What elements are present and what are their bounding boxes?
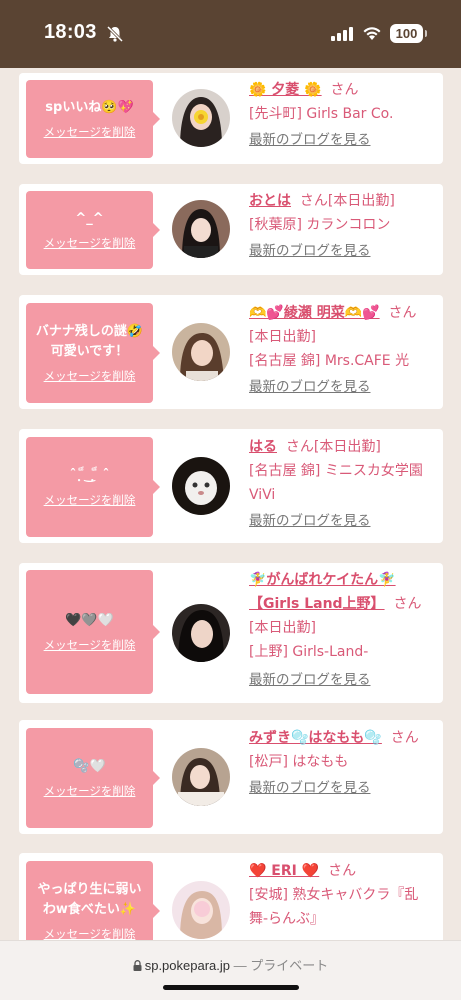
- url-domain: sp.pokepara.jp: [144, 958, 230, 973]
- latest-blog-link[interactable]: 最新のブログを見る: [249, 379, 371, 395]
- latest-blog-link[interactable]: 最新のブログを見る: [249, 780, 371, 796]
- work-status: [本日出勤]: [249, 620, 316, 636]
- message-card: やっぱり生に弱い わw食べたい✨ メッセージを削除 ❤️ ERI ❤️ さん […: [19, 853, 443, 940]
- bell-slash-icon: [106, 25, 124, 43]
- cast-avatar[interactable]: [172, 323, 230, 381]
- home-indicator[interactable]: [163, 985, 299, 990]
- latest-blog-link[interactable]: 最新のブログを見る: [249, 243, 371, 259]
- url-separator: —: [233, 958, 247, 973]
- message-bubble: やっぱり生に弱い わw食べたい✨ メッセージを削除: [26, 861, 160, 940]
- cast-info: 🧚‍♀️がんばれケイたん🧚‍♀️【Girls Land上野】 さん [本日出勤]…: [249, 568, 435, 692]
- message-card: 🖤🩶🤍 メッセージを削除 🧚‍♀️がんばれケイたん🧚‍♀️【Girls Land…: [19, 563, 443, 703]
- cast-avatar[interactable]: [172, 200, 230, 258]
- san-label: さん: [285, 439, 314, 455]
- san-label: さん: [390, 730, 419, 746]
- message-bubble: ˆ ฺ ็ ͜ ฺ ็ ˆ メッセージを削除: [26, 437, 160, 537]
- message-feed[interactable]: spいいね🥺💖 メッセージを削除 🌼 夕菱 🌼 さん [先斗町] Girls B…: [0, 68, 461, 940]
- status-bar: 18:03 100: [0, 0, 461, 68]
- message-bubble: ^_^ メッセージを削除: [26, 191, 160, 269]
- message-text: やっぱり生に弱い わw食べたい✨: [37, 882, 142, 917]
- private-mode-label: プライベート: [250, 958, 329, 973]
- message-text: 🖤🩶🤍: [65, 613, 114, 628]
- delete-message-link[interactable]: メッセージを削除: [44, 492, 136, 508]
- san-label: さん: [393, 596, 422, 612]
- wifi-icon: [363, 27, 381, 40]
- san-label: さん: [328, 863, 357, 879]
- status-time: 18:03: [44, 21, 97, 43]
- cast-info: おとは さん[本日出勤] [秋葉原] カランコロン 最新のブログを見る: [249, 189, 435, 263]
- message-text: 🫧🤍: [73, 759, 106, 774]
- message-text: ^_^: [75, 211, 104, 226]
- delete-message-link[interactable]: メッセージを削除: [44, 368, 136, 384]
- message-bubble: バナナ残しの謎🤣 可愛いです！ メッセージを削除: [26, 303, 160, 403]
- cast-name-link[interactable]: おとは: [249, 193, 291, 209]
- san-label: さん: [299, 193, 328, 209]
- latest-blog-link[interactable]: 最新のブログを見る: [249, 672, 371, 688]
- shop-info: [名古屋 錦] ミニスカ女学園: [249, 463, 423, 479]
- cast-info: 🌼 夕菱 🌼 さん [先斗町] Girls Bar Co. 最新のブログを見る: [249, 78, 435, 152]
- message-card: ˆ ฺ ็ ͜ ฺ ็ ˆ メッセージを削除 はる さん[本日出勤] [名古屋 …: [19, 429, 443, 543]
- delete-message-link[interactable]: メッセージを削除: [44, 783, 136, 799]
- cast-name-link[interactable]: はる: [249, 439, 277, 455]
- message-bubble: 🫧🤍 メッセージを削除: [26, 728, 160, 828]
- shop-info: [秋葉原] カランコロン: [249, 217, 391, 233]
- battery-indicator: 100: [390, 24, 423, 43]
- message-bubble: spいいね🥺💖 メッセージを削除: [26, 80, 160, 158]
- cast-name-link[interactable]: 🫶💕綾瀬 明菜🫶💕: [249, 305, 380, 321]
- message-bubble: 🖤🩶🤍 メッセージを削除: [26, 570, 160, 694]
- shop-info: [名古屋 錦] Mrs.CAFE 光: [249, 353, 410, 369]
- lock-icon: [133, 960, 142, 971]
- delete-message-link[interactable]: メッセージを削除: [44, 637, 136, 653]
- cast-avatar[interactable]: [172, 881, 230, 939]
- shop-info: [安城] 熟女キャバクラ『乱: [249, 887, 419, 903]
- shop-info-cont: ViVi: [249, 487, 276, 503]
- san-label: さん: [330, 82, 359, 98]
- cast-info: みずき🫧はなもも🫧 さん [松戸] はなもも 最新のブログを見る: [249, 726, 435, 800]
- work-status: [本日出勤]: [313, 439, 381, 455]
- shop-info: [先斗町] Girls Bar Co.: [249, 106, 394, 122]
- message-text: spいいね🥺💖: [45, 100, 134, 115]
- message-card: spいいね🥺💖 メッセージを削除 🌼 夕菱 🌼 さん [先斗町] Girls B…: [19, 73, 443, 164]
- battery-tip: [425, 30, 427, 37]
- cast-name-link[interactable]: みずき🫧はなもも🫧: [249, 730, 382, 746]
- work-status: [本日出勤]: [249, 329, 316, 345]
- shop-info: [上野] Girls-Land-: [249, 644, 369, 660]
- delete-message-link[interactable]: メッセージを削除: [44, 235, 136, 251]
- cast-info: ❤️ ERI ❤️ さん [安城] 熟女キャバクラ『乱 舞-らんぶ』: [249, 859, 435, 931]
- message-card: 🫧🤍 メッセージを削除 みずき🫧はなもも🫧 さん [松戸] はなもも 最新のブロ…: [19, 720, 443, 834]
- cast-name-link[interactable]: 🌼 夕菱 🌼: [249, 82, 322, 98]
- cast-avatar[interactable]: [172, 457, 230, 515]
- cast-name-link[interactable]: ❤️ ERI ❤️: [249, 863, 319, 879]
- delete-message-link[interactable]: メッセージを削除: [44, 124, 136, 140]
- cast-avatar[interactable]: [172, 748, 230, 806]
- url-display[interactable]: sp.pokepara.jp — プライベート: [0, 955, 461, 974]
- latest-blog-link[interactable]: 最新のブログを見る: [249, 132, 371, 148]
- cast-avatar[interactable]: [172, 89, 230, 147]
- san-label: さん: [388, 305, 417, 321]
- browser-url-bar[interactable]: sp.pokepara.jp — プライベート: [0, 940, 461, 1000]
- cast-name-link[interactable]: 🧚‍♀️がんばれケイたん🧚‍♀️【Girls Land上野】: [249, 572, 396, 612]
- cast-avatar[interactable]: [172, 604, 230, 662]
- cast-info: はる さん[本日出勤] [名古屋 錦] ミニスカ女学園 ViVi 最新のブログを…: [249, 435, 435, 533]
- message-text: バナナ残しの謎🤣 可愛いです！: [35, 324, 144, 359]
- message-card: ^_^ メッセージを削除 おとは さん[本日出勤] [秋葉原] カランコロン 最…: [19, 184, 443, 275]
- message-card: バナナ残しの謎🤣 可愛いです！ メッセージを削除 🫶💕綾瀬 明菜🫶💕 さん [本日…: [19, 295, 443, 409]
- shop-info-cont: 舞-らんぶ』: [249, 911, 325, 927]
- delete-message-link[interactable]: メッセージを削除: [44, 926, 136, 940]
- latest-blog-link[interactable]: 最新のブログを見る: [249, 513, 371, 529]
- cast-info: 🫶💕綾瀬 明菜🫶💕 さん [本日出勤] [名古屋 錦] Mrs.CAFE 光 最新…: [249, 301, 435, 399]
- work-status: [本日出勤]: [327, 193, 395, 209]
- message-text: ˆ ฺ ็ ͜ ฺ ็ ˆ: [69, 468, 110, 483]
- signal-icon: [331, 27, 353, 41]
- shop-info: [松戸] はなもも: [249, 754, 349, 770]
